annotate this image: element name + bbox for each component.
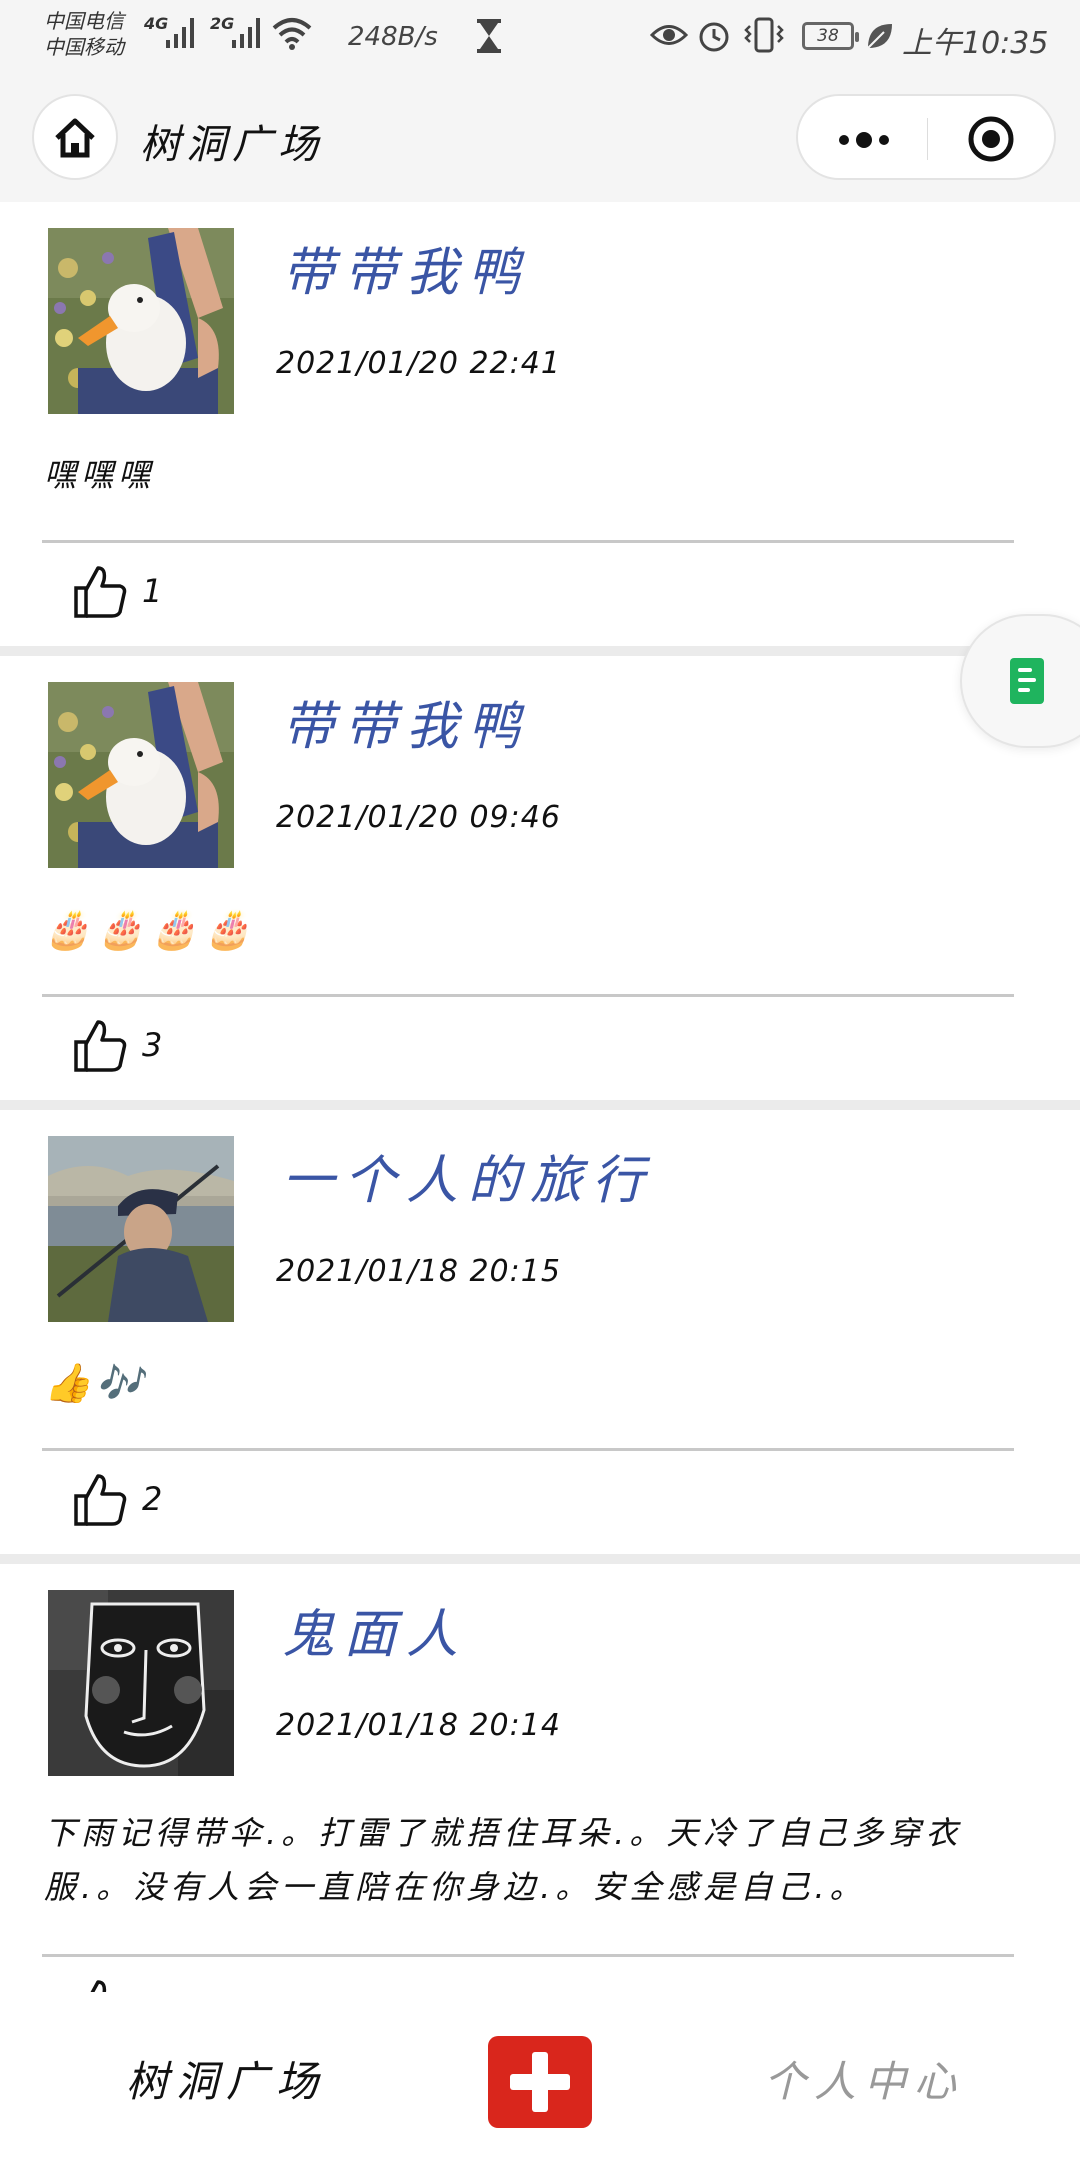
- post-card[interactable]: 带带我鸭 2021/01/20 22:41 嘿嘿嘿 1: [0, 202, 1080, 646]
- page-title: 树洞广场: [140, 122, 324, 168]
- tab-personal-center[interactable]: 个人中心: [764, 2048, 964, 2109]
- tab-treehole-square[interactable]: 树洞广场: [126, 2048, 326, 2109]
- thumbs-up-icon: [90, 1980, 107, 1992]
- status-bar: 中国电信 中国移动 4G 2G 248B/s 38 上午10:35: [0, 0, 1080, 76]
- document-icon: [1010, 658, 1044, 704]
- signal-icon-2: [232, 18, 260, 48]
- post-content: 嘿嘿嘿: [44, 456, 156, 494]
- post-content: 下雨记得带伞.。打雷了就捂住耳朵.。天冷了自己多穿衣服.。没有人会一直陪在你身边…: [44, 1814, 963, 1906]
- home-icon: [55, 118, 95, 158]
- more-icon[interactable]: [834, 120, 894, 160]
- post-content: 👍🎶: [44, 1361, 149, 1405]
- capsule-menu: [796, 94, 1056, 180]
- traveler-avatar[interactable]: [48, 1136, 234, 1322]
- post-card[interactable]: 鬼面人 2021/01/18 20:14 下雨记得带伞.。打雷了就捂住耳朵.。天…: [0, 1564, 1080, 1992]
- post-divider: [42, 540, 1014, 543]
- duck-avatar[interactable]: [48, 682, 234, 868]
- mask-avatar[interactable]: [48, 1590, 234, 1776]
- like-button[interactable]: 1: [72, 564, 162, 618]
- carrier-1: 中国电信: [44, 9, 124, 33]
- signal-icon: [166, 18, 194, 48]
- hourglass-icon: [477, 19, 501, 53]
- post-separator: [0, 1100, 1080, 1110]
- like-count: 3: [142, 1026, 163, 1064]
- like-count: 2: [142, 1480, 163, 1518]
- post-separator: [0, 646, 1080, 656]
- post-username[interactable]: 鬼面人: [282, 1592, 468, 1667]
- alarm-icon: [699, 22, 729, 52]
- post-divider: [42, 1954, 1014, 1957]
- thumbs-up-icon: [74, 1020, 127, 1072]
- vibrate-icon: [744, 17, 784, 53]
- post-card[interactable]: 一个人的旅行 2021/01/18 20:15 👍🎶 2: [0, 1110, 1080, 1554]
- post-feed: 带带我鸭 2021/01/20 22:41 嘿嘿嘿 1 带带我鸭 2021/01…: [0, 202, 1080, 1992]
- post-username[interactable]: 一个人的旅行: [282, 1138, 654, 1213]
- status-clock: 上午10:35: [902, 26, 1049, 61]
- home-button[interactable]: [32, 94, 118, 180]
- bottom-tab-bar: 树洞广场 个人中心: [0, 1992, 1080, 2160]
- post-content: 🎂🎂🎂🎂: [44, 907, 258, 951]
- capsule-divider: [927, 118, 928, 160]
- carrier-2: 中国移动: [44, 35, 124, 59]
- thumbs-up-icon: [74, 566, 127, 618]
- post-card[interactable]: 带带我鸭 2021/01/20 09:46 🎂🎂🎂🎂 3: [0, 656, 1080, 1100]
- post-divider: [42, 1448, 1014, 1451]
- post-time: 2021/01/20 09:46: [276, 800, 561, 835]
- navigation-bar: 树洞广场: [0, 76, 1080, 202]
- wifi-icon: [272, 18, 312, 50]
- post-divider: [42, 994, 1014, 997]
- like-count: 1: [142, 572, 163, 610]
- thumbs-up-icon: [74, 1474, 127, 1526]
- post-username[interactable]: 带带我鸭: [282, 684, 530, 759]
- network-speed: 248B/s: [348, 22, 438, 52]
- post-username[interactable]: 带带我鸭: [282, 230, 530, 305]
- post-time: 2021/01/20 22:41: [276, 346, 561, 381]
- like-button[interactable]: 3: [72, 1018, 162, 1072]
- leaf-icon: [867, 24, 892, 49]
- carrier-names: 中国电信 中国移动: [44, 8, 124, 60]
- post-time: 2021/01/18 20:15: [276, 1254, 561, 1289]
- battery-icon: 38: [802, 22, 859, 50]
- duck-avatar[interactable]: [48, 228, 234, 414]
- add-post-button[interactable]: [488, 2036, 592, 2128]
- target-icon[interactable]: [966, 114, 1016, 164]
- like-button[interactable]: 1: [72, 1978, 162, 1992]
- eye-icon: [650, 25, 688, 45]
- like-button[interactable]: 2: [72, 1472, 162, 1526]
- post-separator: [0, 1554, 1080, 1564]
- post-time: 2021/01/18 20:14: [276, 1708, 561, 1743]
